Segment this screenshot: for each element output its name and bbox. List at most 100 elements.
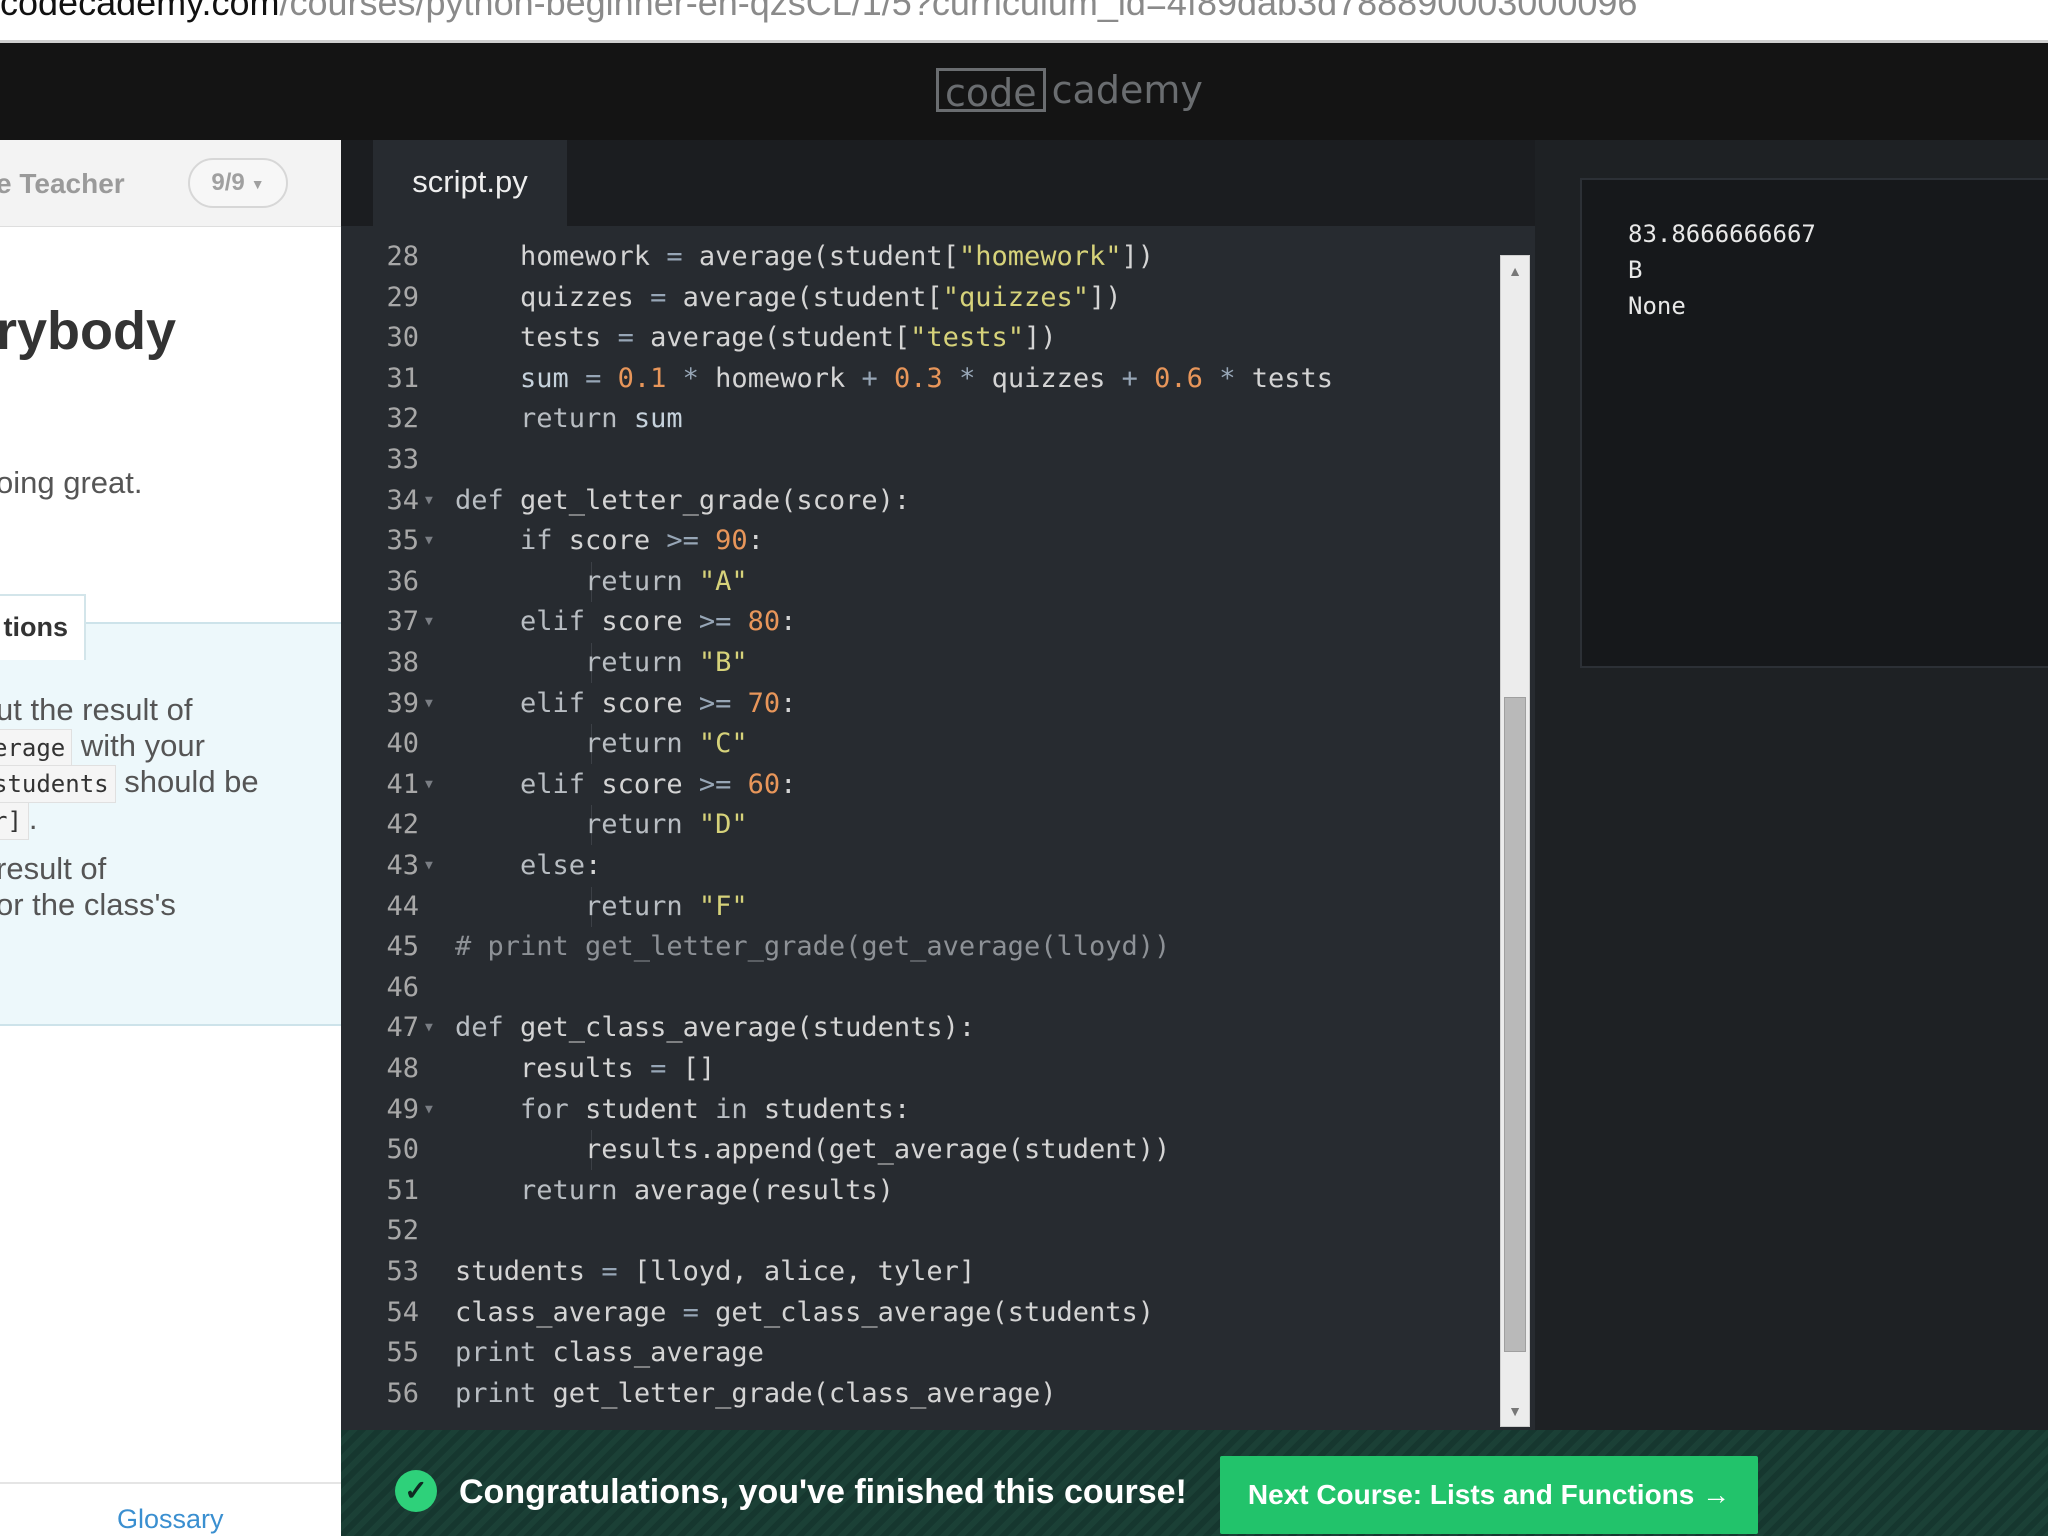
line-number: 52 <box>386 1215 419 1247</box>
line-number: 31 <box>386 362 419 394</box>
glossary-link[interactable]: Glossary <box>117 1504 224 1535</box>
instructions-box: ut the result of erage with your student… <box>0 622 341 1026</box>
line-number: 37 <box>386 606 419 638</box>
code-line[interactable]: 54 class_average = get_class_average(stud… <box>341 1293 1521 1333</box>
code-line[interactable]: 51 return average(results) <box>341 1171 1521 1211</box>
fold-arrow-icon[interactable]: ▼ <box>425 1090 433 1130</box>
code-text[interactable]: elif score >= 80: <box>455 602 796 642</box>
code-line[interactable]: 49 ▼ for student in students: <box>341 1090 1521 1130</box>
code-text[interactable]: return sum <box>455 399 683 439</box>
code-line[interactable]: 31 sum = 0.1 * homework + 0.3 * quizzes … <box>341 359 1521 399</box>
chevron-down-icon: ▼ <box>250 175 265 192</box>
fold-arrow-icon[interactable]: ▼ <box>425 684 433 724</box>
code-text[interactable]: return average(results) <box>455 1171 894 1211</box>
code-text[interactable]: def get_letter_grade(score): <box>455 481 910 521</box>
code-text[interactable]: return "C" <box>455 724 748 765</box>
instruction-text: result of <box>0 851 107 886</box>
code-text[interactable]: results.append(get_average(student)) <box>455 1130 1170 1171</box>
code-line[interactable]: 33 <box>341 440 1521 480</box>
url-text[interactable]: codecademy.com/courses/python-beginner-e… <box>0 0 1637 24</box>
code-text[interactable]: print get_letter_grade(class_average) <box>455 1374 1056 1414</box>
code-text[interactable]: print class_average <box>455 1333 764 1373</box>
lesson-breadcrumb[interactable]: e Teacher <box>0 168 125 200</box>
line-number: 44 <box>386 890 419 922</box>
code-text[interactable]: return "D" <box>455 805 748 846</box>
editor-tab-bar: script.py <box>341 140 1535 226</box>
code-line[interactable]: 47 ▼ def get_class_average(students): <box>341 1008 1521 1048</box>
line-number: 42 <box>386 809 419 841</box>
code-line[interactable]: 55 print class_average <box>341 1333 1521 1373</box>
code-text[interactable]: quizzes = average(student["quizzes"]) <box>455 278 1122 318</box>
lesson-intro: oing great. <box>0 465 143 500</box>
next-course-button[interactable]: Next Course: Lists and Functions → <box>1220 1456 1758 1534</box>
line-number: 48 <box>386 1053 419 1084</box>
code-line[interactable]: 40 return "C" <box>341 724 1521 765</box>
code-text[interactable]: else: <box>455 846 601 886</box>
code-line[interactable]: 32 return sum <box>341 399 1521 439</box>
code-text[interactable]: class_average = get_class_average(studen… <box>455 1293 1154 1333</box>
scrollbar-thumb[interactable] <box>1504 696 1526 1352</box>
code-line[interactable]: 50 results.append(get_average(student)) <box>341 1130 1521 1171</box>
code-text[interactable]: homework = average(student["homework"]) <box>455 237 1154 277</box>
line-number: 29 <box>386 281 419 313</box>
code-line[interactable]: 37 ▼ elif score >= 80: <box>341 602 1521 642</box>
code-text[interactable]: if score >= 90: <box>455 521 764 561</box>
code-line[interactable]: 35 ▼ if score >= 90: <box>341 521 1521 561</box>
congrats-message: Congratulations, you've finished this co… <box>459 1473 1187 1511</box>
scroll-up-arrow-icon[interactable]: ▲ <box>1501 256 1529 286</box>
scroll-down-arrow-icon[interactable]: ▼ <box>1501 1396 1529 1426</box>
code-text[interactable]: students = [lloyd, alice, tyler] <box>455 1252 975 1292</box>
browser-address-bar[interactable]: codecademy.com/courses/python-beginner-e… <box>0 0 2048 43</box>
fold-arrow-icon[interactable]: ▼ <box>425 521 433 561</box>
editor-scrollbar[interactable]: ▲ ▼ <box>1500 255 1530 1427</box>
code-line[interactable]: 36 return "A" <box>341 561 1521 602</box>
fold-arrow-icon[interactable]: ▼ <box>425 602 433 642</box>
codecademy-logo[interactable]: code cademy <box>936 65 1203 115</box>
code-line[interactable]: 28 homework = average(student["homework"… <box>341 237 1521 277</box>
code-line[interactable]: 34 ▼ def get_letter_grade(score): <box>341 481 1521 521</box>
line-number: 35 <box>386 525 419 557</box>
code-text[interactable]: elif score >= 60: <box>455 765 796 805</box>
code-text[interactable]: elif score >= 70: <box>455 684 796 724</box>
code-editor[interactable]: script.py 28 homework = average(student[… <box>341 140 1535 1430</box>
code-text[interactable]: results = [] <box>455 1049 715 1089</box>
code-line[interactable]: 44 return "F" <box>341 886 1521 927</box>
inline-code: r] <box>0 801 29 840</box>
code-line[interactable]: 52 <box>341 1211 1521 1251</box>
code-text[interactable]: for student in students: <box>455 1090 910 1130</box>
line-number: 55 <box>386 1337 419 1369</box>
code-line[interactable]: 53 students = [lloyd, alice, tyler] <box>341 1252 1521 1292</box>
tab-script-py[interactable]: script.py <box>373 140 567 226</box>
exercise-counter-dropdown[interactable]: 9/9 ▼ <box>188 158 288 208</box>
line-number: 30 <box>386 322 419 354</box>
code-line[interactable]: 39 ▼ elif score >= 70: <box>341 684 1521 724</box>
fold-arrow-icon[interactable]: ▼ <box>425 1008 433 1048</box>
code-line[interactable]: 48 results = [] <box>341 1049 1521 1089</box>
line-number: 43 <box>386 850 419 881</box>
code-line[interactable]: 38 return "B" <box>341 643 1521 683</box>
inline-code: erage <box>0 728 73 767</box>
instructions-tab[interactable]: tions <box>0 594 86 660</box>
code-text[interactable]: # print get_letter_grade(get_average(llo… <box>455 927 1170 967</box>
course-complete-banner: ✓ Congratulations, you've finished this … <box>341 1430 2048 1536</box>
code-text[interactable]: return "B" <box>455 643 748 683</box>
code-line[interactable]: 30 tests = average(student["tests"]) <box>341 318 1521 358</box>
code-text[interactable]: return "A" <box>455 561 748 602</box>
fold-arrow-icon[interactable]: ▼ <box>425 765 433 805</box>
fold-arrow-icon[interactable]: ▼ <box>425 846 433 886</box>
code-line[interactable]: 43 ▼ else: <box>341 846 1521 886</box>
code-line[interactable]: 29 quizzes = average(student["quizzes"]) <box>341 278 1521 318</box>
code-line[interactable]: 45 # print get_letter_grade(get_average(l… <box>341 927 1521 967</box>
logo-cademy: cademy <box>1051 68 1203 112</box>
line-number: 54 <box>386 1296 419 1328</box>
code-line[interactable]: 42 return "D" <box>341 805 1521 846</box>
code-text[interactable]: return "F" <box>455 886 748 927</box>
code-line[interactable]: 56 print get_letter_grade(class_average) <box>341 1374 1521 1414</box>
code-line[interactable]: 41 ▼ elif score >= 60: <box>341 765 1521 805</box>
code-text[interactable]: tests = average(student["tests"]) <box>455 318 1056 358</box>
code-line[interactable]: 46 <box>341 968 1521 1008</box>
code-text[interactable]: sum = 0.1 * homework + 0.3 * quizzes + 0… <box>455 359 1333 399</box>
fold-arrow-icon[interactable]: ▼ <box>425 481 433 521</box>
line-number: 45 <box>386 931 419 963</box>
code-text[interactable]: def get_class_average(students): <box>455 1008 975 1048</box>
